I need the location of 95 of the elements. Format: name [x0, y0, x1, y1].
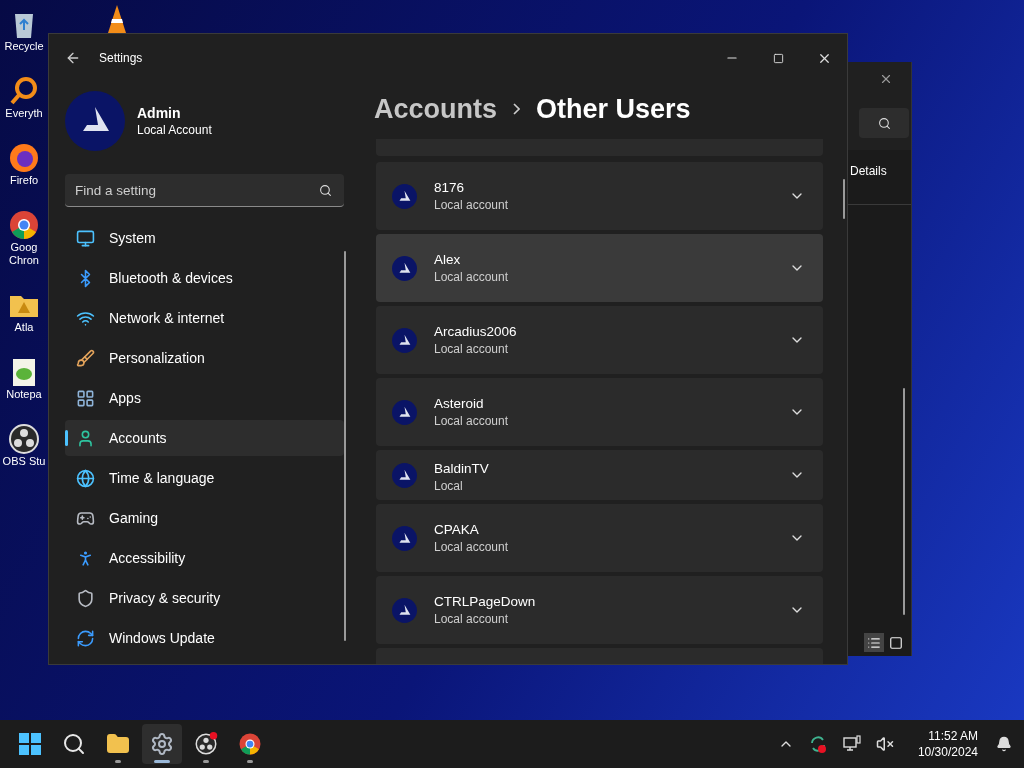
avatar-icon — [392, 597, 417, 623]
user-name: Asteroid — [434, 395, 485, 413]
desktop-icon-label[interactable]: Goog — [10, 241, 38, 254]
avatar-icon — [65, 91, 125, 151]
desktop-icon-label[interactable]: Notepa — [6, 388, 42, 401]
obs-icon — [8, 423, 40, 455]
user-row[interactable]: CTRLPageDown Local account — [376, 576, 823, 644]
close-icon[interactable] — [879, 72, 893, 86]
window-title: Settings — [99, 50, 143, 67]
avatar-icon — [392, 183, 417, 209]
avatar-icon — [392, 399, 417, 425]
search-icon — [877, 116, 891, 130]
search-icon — [62, 732, 86, 756]
avatar-icon — [392, 327, 417, 353]
obs-icon — [194, 732, 218, 756]
shield-icon — [76, 588, 95, 608]
running-indicator — [154, 760, 170, 763]
apps-icon — [76, 388, 95, 408]
desktop-icon-label[interactable]: Firefo — [9, 174, 39, 187]
user-name: Alex — [434, 251, 462, 269]
selection-indicator — [65, 430, 68, 446]
windows-logo-icon — [18, 732, 42, 756]
account-type: Local account — [434, 539, 509, 555]
user-name: BaldinTV — [434, 460, 489, 478]
desktop-icon-label[interactable]: Everyth — [5, 107, 43, 120]
profile-account-type: Local Account — [137, 122, 212, 138]
nav-item[interactable]: Bluetooth & devices — [65, 260, 344, 296]
avatar-icon — [392, 525, 417, 551]
breadcrumb-parent[interactable]: Accounts — [374, 92, 498, 126]
clock-button[interactable]: 11:52 AM 10/30/2024 — [913, 728, 982, 760]
search-icon — [319, 184, 332, 197]
firefox-icon — [8, 142, 40, 174]
magnifier-icon — [8, 75, 40, 107]
folder-icon — [106, 732, 130, 756]
account-type: Local — [434, 478, 464, 494]
avatar-icon — [392, 255, 417, 281]
user-row[interactable]: CPAKA Local account — [376, 504, 823, 572]
user-name: CTRLPageDown — [434, 593, 536, 611]
column-header[interactable]: Details — [850, 164, 887, 178]
nav-item[interactable]: Windows Update — [65, 620, 344, 656]
person-icon — [76, 428, 95, 448]
nav-item[interactable]: Accounts — [65, 420, 344, 456]
scrollbar[interactable] — [843, 179, 845, 219]
monitor-icon — [76, 228, 95, 248]
muted-speaker-icon[interactable] — [875, 735, 894, 753]
desktop-icon-label[interactable]: Chron — [9, 254, 39, 267]
nav-item[interactable]: System — [65, 220, 344, 256]
back-icon — [65, 50, 81, 66]
taskbar-button[interactable] — [142, 724, 182, 764]
nav-item[interactable]: Apps — [65, 380, 344, 416]
user-row[interactable]: BaldinTV Local — [376, 450, 823, 500]
settings-icon — [150, 732, 174, 756]
user-row[interactable]: Arcadius2006 Local account — [376, 306, 823, 374]
brush-icon — [76, 348, 95, 368]
user-row[interactable]: Asteroid Local account — [376, 378, 823, 446]
list-icon — [867, 635, 881, 650]
user-row[interactable]: Alex Local account — [376, 234, 823, 302]
nav-item[interactable]: Privacy & security — [65, 580, 344, 616]
chrome-icon — [238, 732, 262, 756]
nav-item[interactable]: Network & internet — [65, 300, 344, 336]
user-name: 8176 — [434, 179, 466, 197]
running-indicator — [203, 760, 209, 763]
nav-item[interactable]: Accessibility — [65, 540, 344, 576]
page-title: Other Users — [536, 93, 691, 126]
search-button[interactable] — [859, 108, 909, 138]
update-icon — [76, 628, 95, 648]
scrollbar[interactable] — [344, 251, 346, 641]
chrome-icon — [8, 209, 40, 241]
running-indicator — [247, 760, 253, 763]
nav-item[interactable]: Gaming — [65, 500, 344, 536]
search-field[interactable]: Find a setting — [65, 174, 344, 207]
user-name: CPAKA — [434, 521, 480, 539]
details-view-button[interactable] — [864, 633, 884, 652]
profile-name: Admin — [137, 104, 182, 122]
network-icon[interactable] — [841, 734, 862, 754]
scrollbar[interactable] — [903, 388, 905, 615]
user-row[interactable]: 8176 Local account — [376, 162, 823, 230]
maximize-icon — [772, 52, 784, 64]
nav-item[interactable]: Personalization — [65, 340, 344, 376]
account-type: Local account — [434, 269, 509, 285]
window-icon — [889, 635, 903, 650]
globe-icon — [76, 468, 95, 488]
nav-item[interactable]: Time & language — [65, 460, 344, 496]
notification-icon[interactable] — [996, 736, 1012, 752]
desktop-icon-label[interactable]: Atla — [14, 321, 34, 334]
avatar-icon — [392, 462, 417, 488]
chevron-right-icon — [513, 103, 521, 115]
running-indicator — [115, 760, 121, 763]
user-name: Arcadius2006 — [434, 323, 517, 341]
desktop-icon-label[interactable]: OBS Stu — [2, 455, 46, 468]
account-type: Local account — [434, 197, 509, 213]
account-type: Local account — [434, 341, 510, 357]
account-type: Local account — [434, 413, 509, 429]
desktop-icon-label[interactable]: Recycle — [4, 40, 44, 53]
account-type: Local account — [434, 611, 510, 627]
